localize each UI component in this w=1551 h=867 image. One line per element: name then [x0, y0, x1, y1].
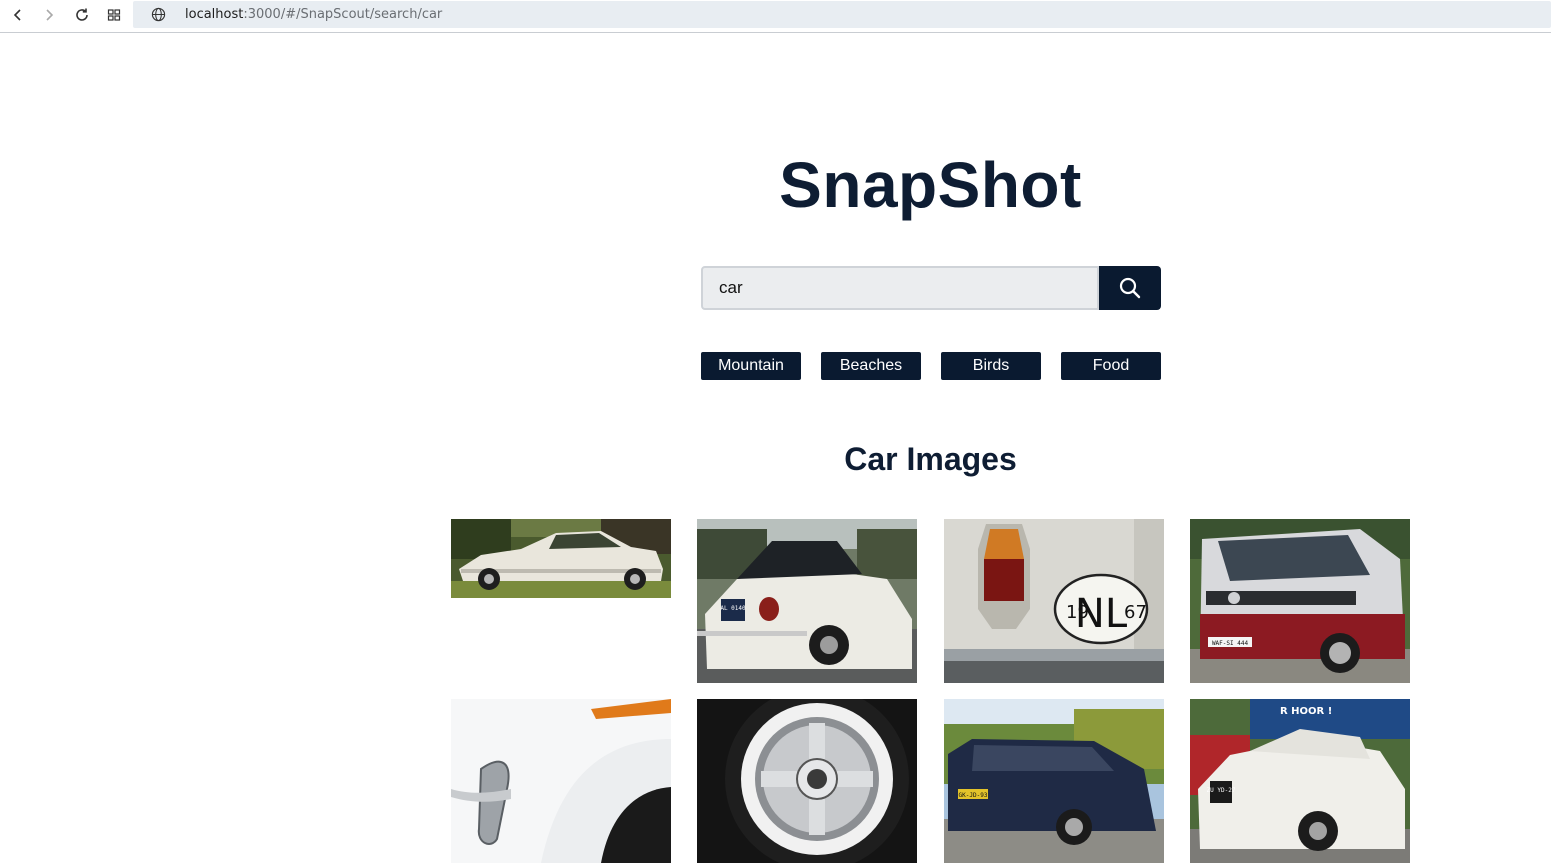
- category-button-birds[interactable]: Birds: [941, 352, 1041, 380]
- search-input[interactable]: [701, 266, 1099, 310]
- url-host: localhost: [185, 7, 244, 22]
- search-icon: [1119, 277, 1141, 299]
- fender-closeup-photo: [451, 699, 671, 863]
- results-heading: Car Images: [844, 441, 1017, 477]
- reload-icon: [76, 8, 88, 21]
- gallery-image[interactable]: 19 NL 67: [944, 519, 1164, 683]
- gallery-image[interactable]: GK-JD-93: [944, 699, 1164, 863]
- category-button-food[interactable]: Food: [1061, 352, 1161, 380]
- gallery-image[interactable]: WAF-SI 444: [1190, 519, 1410, 683]
- search-button[interactable]: [1099, 266, 1161, 310]
- url-path: :3000/#/SnapScout/search/car: [243, 7, 443, 22]
- search-form: [701, 266, 1161, 310]
- wheel-hub-photo: [697, 699, 917, 863]
- address-bar[interactable]: localhost:3000/#/SnapScout/search/car: [133, 1, 1551, 28]
- arrow-right-icon: [46, 9, 54, 21]
- nl-sticker-photo: 19 NL 67: [944, 519, 1164, 683]
- beetle-sign-photo: R HOOR ! ZU YD-27: [1190, 699, 1410, 863]
- classic-sedan-photo: [451, 519, 671, 598]
- globe-icon: [151, 7, 166, 22]
- plate-van-text: WAF-SI 444: [1212, 640, 1249, 647]
- plate-volvo-text: GK-JD-93: [959, 792, 988, 799]
- category-nav: Mountain Beaches Birds Food: [701, 352, 1161, 380]
- reload-button[interactable]: [70, 4, 94, 26]
- app-title: SnapShot: [779, 149, 1082, 221]
- grid-icon: [107, 9, 121, 21]
- forward-button[interactable]: [37, 4, 61, 26]
- gallery-image[interactable]: [451, 699, 671, 863]
- apps-button[interactable]: [102, 4, 126, 26]
- beetle-convertible-photo: AL 0140: [697, 519, 917, 683]
- gallery-image[interactable]: AL 0140: [697, 519, 917, 683]
- volvo-wagon-photo: GK-JD-93: [944, 699, 1164, 863]
- arrow-left-icon: [13, 9, 21, 21]
- url-text: localhost:3000/#/SnapScout/search/car: [185, 7, 442, 22]
- oval-center-text: NL: [1075, 591, 1128, 637]
- category-button-beaches[interactable]: Beaches: [821, 352, 921, 380]
- category-button-mountain[interactable]: Mountain: [701, 352, 801, 380]
- sign-text: R HOOR !: [1280, 706, 1332, 717]
- plate-beetle-text: AL 0140: [720, 605, 746, 612]
- gallery-image[interactable]: [451, 519, 671, 598]
- oval-right-text: 67: [1124, 602, 1147, 623]
- back-button[interactable]: [6, 4, 30, 26]
- gallery-image[interactable]: [697, 699, 917, 863]
- gallery-image[interactable]: R HOOR ! ZU YD-27: [1190, 699, 1410, 863]
- plate-beetle2-text: ZU YD-27: [1207, 787, 1236, 794]
- browser-toolbar: localhost:3000/#/SnapScout/search/car: [0, 0, 1551, 33]
- vw-van-photo: WAF-SI 444: [1190, 519, 1410, 683]
